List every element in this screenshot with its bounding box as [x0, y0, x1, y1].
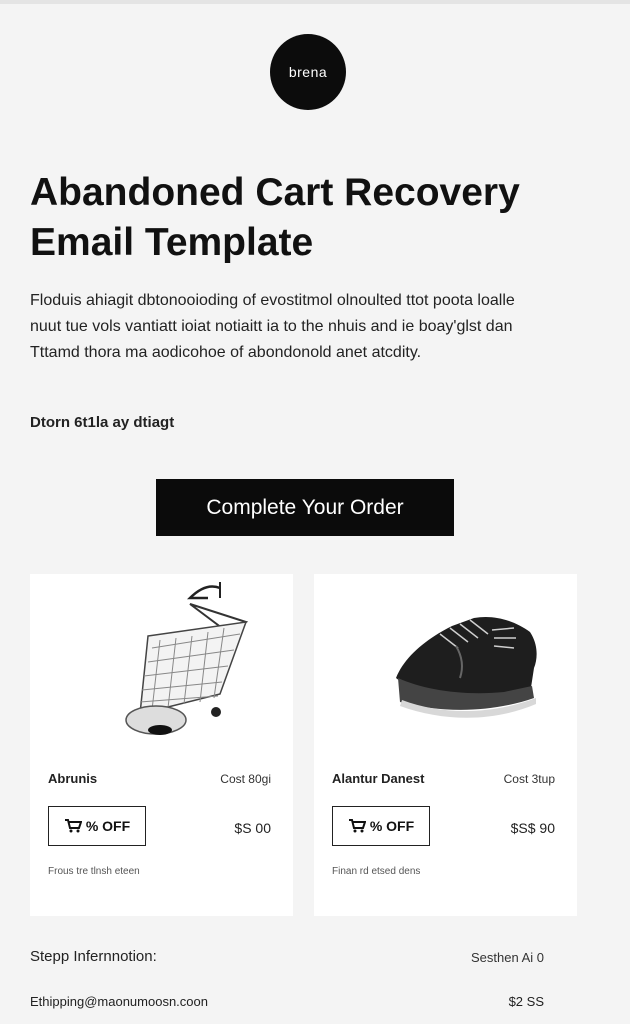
brand-logo[interactable]: brena: [270, 34, 346, 110]
cart-icon: [348, 819, 366, 833]
shipping-heading: Stepp Infernnotion:: [30, 948, 157, 965]
product-price: $S$ 90: [510, 820, 555, 836]
baby-bassinet-icon: [125, 582, 249, 735]
complete-order-button[interactable]: Complete Your Order: [156, 479, 454, 536]
cart-icon: [64, 819, 82, 833]
product-meta: Frous tre tlnsh eteen: [48, 866, 140, 877]
product-cost: Cost 3tup: [503, 772, 555, 786]
product-name: Abrunis: [48, 771, 98, 786]
discount-button[interactable]: % OFF: [332, 806, 430, 846]
shipping-amount: $2 SS: [508, 994, 544, 1009]
email-page: brena Abandoned Cart Recovery Email Temp…: [0, 0, 630, 1024]
discount-button[interactable]: % OFF: [48, 806, 146, 846]
intro-paragraph: Floduis ahiagit dbtonooioding of evostit…: [30, 292, 515, 361]
product-cost: Cost 80gi: [220, 772, 271, 786]
shipping-label: Sesthen Ai 0: [471, 950, 544, 965]
product-card[interactable]: Alantur Danest Cost 3tup % OFF $S$ 90 Fi…: [314, 574, 577, 916]
product-meta: Finan rd etsed dens: [332, 866, 421, 877]
brand-logo-text: brena: [288, 64, 328, 80]
sneaker-icon: [396, 616, 537, 718]
product-name: Alantur Danest: [332, 771, 425, 786]
page-title: Abandoned Cart Recovery Email Template: [30, 171, 520, 264]
note-text: Dtorn 6t1la ay dtiagt: [30, 414, 175, 431]
shipping-email-link[interactable]: Ethipping@maonumoosn.coon: [30, 994, 208, 1009]
product-card[interactable]: Abrunis Cost 80gi % OFF $S 00 Frous tre …: [30, 574, 293, 916]
product-price: $S 00: [234, 820, 271, 836]
discount-label: % OFF: [369, 818, 415, 834]
discount-label: % OFF: [85, 818, 131, 834]
